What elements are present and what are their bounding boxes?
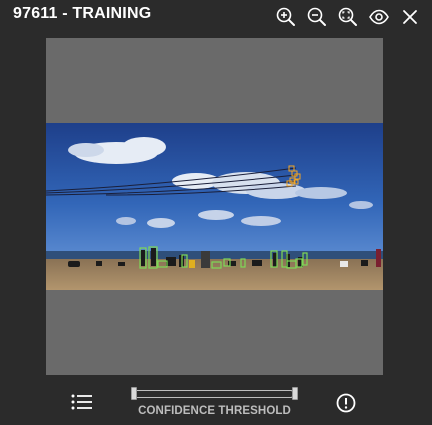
beach-image xyxy=(46,123,383,290)
toolbar xyxy=(274,5,422,29)
close-icon xyxy=(403,10,417,24)
zoom-in-button[interactable] xyxy=(274,5,298,29)
page-title: 97611 - TRAINING xyxy=(13,5,152,22)
close-button[interactable] xyxy=(398,5,422,29)
confidence-threshold-slider[interactable] xyxy=(131,387,298,401)
zoom-out-icon xyxy=(307,7,326,26)
report-issue-button[interactable] xyxy=(335,392,357,414)
zoom-fit-button[interactable] xyxy=(336,5,360,29)
slider-handle-max[interactable] xyxy=(292,387,298,400)
visibility-toggle[interactable] xyxy=(367,5,391,29)
alert-circle-icon xyxy=(336,393,356,413)
image-viewer[interactable] xyxy=(46,38,383,375)
zoom-in-icon xyxy=(276,7,295,26)
footer: CONFIDENCE THRESHOLD xyxy=(0,380,432,425)
eye-icon xyxy=(369,9,389,25)
zoom-fit-icon xyxy=(338,7,357,26)
yellow-bin xyxy=(189,260,195,268)
detections-list-button[interactable] xyxy=(70,392,94,412)
zoom-out-button[interactable] xyxy=(305,5,329,29)
slider-label: CONFIDENCE THRESHOLD xyxy=(138,405,291,417)
header: 97611 - TRAINING xyxy=(0,0,432,34)
list-icon xyxy=(71,394,92,410)
slider-track[interactable] xyxy=(135,390,293,398)
slider-handle-min[interactable] xyxy=(131,387,137,400)
